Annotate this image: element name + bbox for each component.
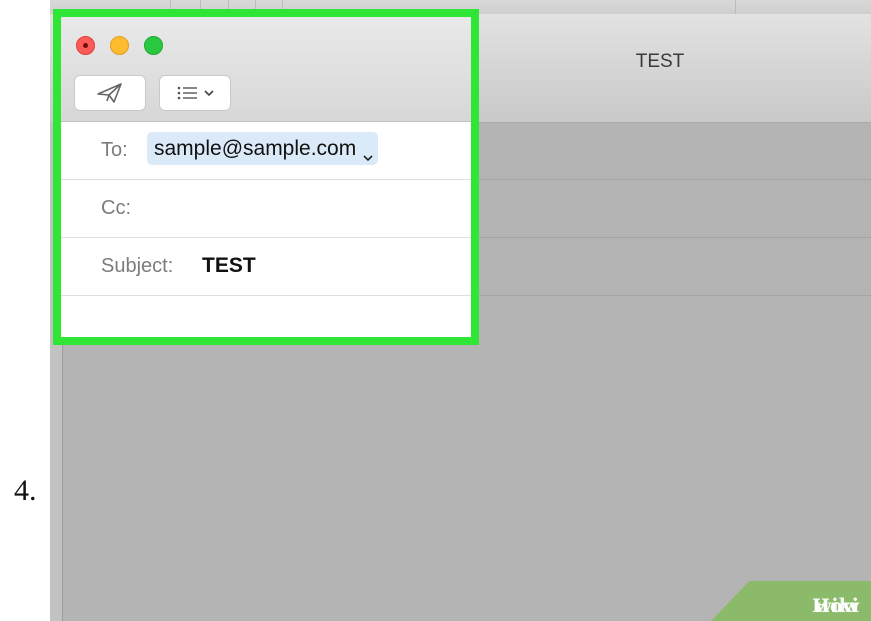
chevron-down-icon[interactable] bbox=[363, 144, 373, 168]
subject-input[interactable]: TEST bbox=[202, 254, 256, 278]
minimize-window-button[interactable] bbox=[110, 36, 129, 55]
to-field-row: To: sample@sample.com bbox=[61, 122, 471, 180]
step-number: 4. bbox=[14, 474, 37, 507]
subject-field-row: Subject: TEST bbox=[61, 238, 471, 296]
format-list-button[interactable] bbox=[159, 75, 231, 111]
cc-field-row: Cc: bbox=[61, 180, 471, 238]
maximize-window-button[interactable] bbox=[144, 36, 163, 55]
background-window-title: TEST bbox=[635, 51, 685, 72]
list-format-icon bbox=[177, 86, 199, 100]
recipient-token[interactable]: sample@sample.com bbox=[147, 132, 379, 168]
send-button[interactable] bbox=[74, 75, 146, 111]
close-window-button[interactable] bbox=[76, 36, 95, 55]
subject-label: Subject: bbox=[101, 255, 174, 277]
compose-window-highlight: To: sample@sample.com Cc: Subject: TEST bbox=[53, 9, 479, 345]
to-label: To: bbox=[101, 139, 128, 161]
chevron-down-icon bbox=[203, 89, 214, 97]
cc-label: Cc: bbox=[101, 197, 131, 219]
paper-plane-icon bbox=[96, 82, 124, 104]
cc-input[interactable] bbox=[151, 192, 455, 226]
watermark-how: How bbox=[812, 595, 859, 617]
recipient-address: sample@sample.com bbox=[154, 136, 357, 160]
compose-toolbar bbox=[61, 17, 471, 122]
